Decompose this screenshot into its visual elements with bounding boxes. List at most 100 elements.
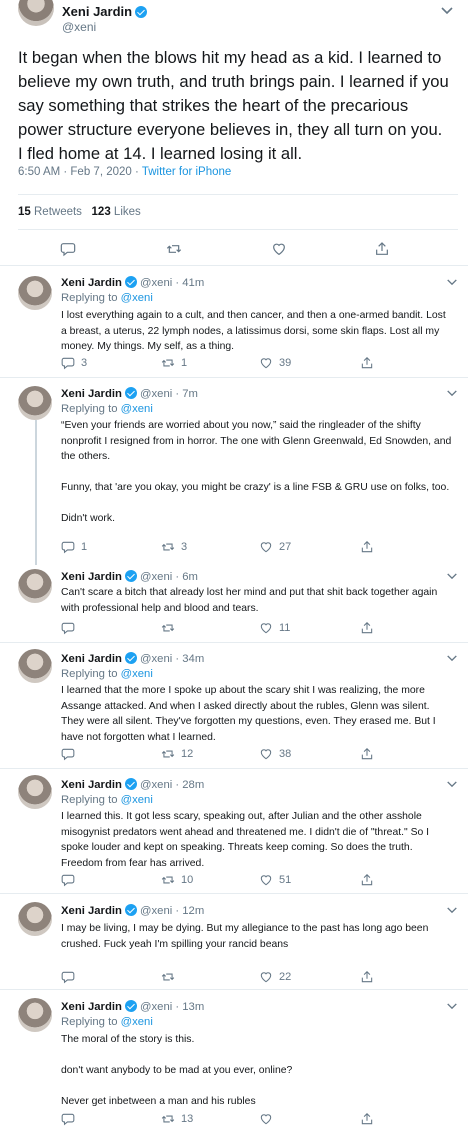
divider [18, 194, 458, 195]
reply-button[interactable] [61, 747, 81, 761]
retweet-count: 10 [181, 874, 194, 886]
like-icon[interactable] [271, 241, 287, 257]
like-button[interactable] [259, 1112, 279, 1126]
share-button[interactable] [360, 970, 374, 984]
reply-button[interactable]: 1 [61, 540, 87, 554]
chevron-down-icon[interactable] [446, 389, 458, 398]
reply-tweet[interactable]: Xeni Jardin @xeni · 6m Can't scare a bit… [0, 563, 468, 642]
avatar[interactable] [18, 902, 52, 936]
author-name[interactable]: Xeni Jardin [61, 905, 122, 917]
reply-button[interactable] [61, 873, 81, 887]
share-icon [360, 970, 374, 984]
author-name[interactable]: Xeni Jardin [61, 388, 122, 400]
reply-tweet[interactable]: Xeni Jardin @xeni · 7m Replying to @xeni… [0, 378, 468, 563]
retweet-button[interactable]: 12 [161, 747, 193, 761]
share-button[interactable] [360, 540, 374, 554]
reply-icon [61, 540, 75, 554]
avatar[interactable] [18, 649, 52, 683]
author-name[interactable]: Xeni Jardin [61, 779, 122, 791]
author-handle[interactable]: @xeni · 13m [140, 1001, 204, 1013]
reply-text: I may be living, I may be dying. But my … [61, 923, 429, 950]
retweet-button[interactable] [161, 970, 181, 984]
author-handle[interactable]: @xeni · 6m [140, 571, 198, 583]
chevron-down-icon[interactable] [440, 6, 454, 16]
share-button[interactable] [360, 356, 374, 370]
reply-button[interactable] [61, 621, 81, 635]
avatar[interactable] [18, 276, 52, 310]
like-button[interactable]: 22 [259, 970, 291, 984]
share-button[interactable] [360, 747, 374, 761]
retweet-button[interactable]: 3 [161, 540, 187, 554]
like-button[interactable]: 11 [259, 621, 290, 635]
chevron-down-icon[interactable] [446, 1002, 458, 1011]
reply-header: Xeni Jardin @xeni · 34m [61, 652, 204, 665]
replying-to: Replying to @xeni [61, 794, 153, 806]
avatar[interactable] [18, 569, 52, 603]
like-count: 51 [279, 874, 292, 886]
retweet-button[interactable] [161, 621, 181, 635]
author-name[interactable]: Xeni Jardin [61, 653, 122, 665]
verified-icon [124, 652, 137, 664]
share-button[interactable] [360, 1112, 374, 1126]
author-name[interactable]: Xeni Jardin [61, 277, 122, 289]
reply-tweet[interactable]: Xeni Jardin @xeni · 34m Replying to @xen… [0, 643, 468, 768]
author-handle[interactable]: @xeni · 28m [140, 779, 204, 791]
author-handle[interactable]: @xeni · 7m [140, 388, 198, 400]
chevron-down-icon[interactable] [446, 780, 458, 789]
author-name[interactable]: Xeni Jardin [61, 1001, 122, 1013]
reply-text: “Even your friends are worried about you… [61, 420, 452, 524]
like-button[interactable]: 51 [259, 873, 291, 887]
reply-tweet[interactable]: Xeni Jardin @xeni · 41m Replying to @xen… [0, 266, 468, 377]
share-icon[interactable] [374, 241, 390, 257]
avatar[interactable] [18, 386, 52, 420]
retweet-button[interactable]: 10 [161, 873, 193, 887]
retweets-count[interactable]: 15 [18, 206, 31, 218]
like-count: 27 [279, 541, 292, 553]
author-handle[interactable]: @xeni [62, 20, 96, 34]
likes-count[interactable]: 123 [92, 206, 111, 218]
reply-tweet[interactable]: Xeni Jardin @xeni · 13m Replying to @xen… [0, 990, 468, 1120]
reply-count: 3 [81, 357, 88, 369]
replying-label: Replying to [61, 794, 121, 806]
chevron-down-icon[interactable] [446, 906, 458, 915]
reply-tweet[interactable]: Xeni Jardin @xeni · 28m Replying to @xen… [0, 769, 468, 893]
chevron-down-icon[interactable] [446, 572, 458, 581]
author-name[interactable]: Xeni Jardin [61, 571, 122, 583]
author-name-text[interactable]: Xeni Jardin [62, 4, 132, 19]
chevron-down-icon[interactable] [446, 278, 458, 287]
replying-to-link[interactable]: @xeni [121, 292, 153, 304]
replying-to-link[interactable]: @xeni [121, 668, 153, 680]
reply-button[interactable] [61, 970, 81, 984]
reply-tweet[interactable]: Xeni Jardin @xeni · 12m I may be living,… [0, 894, 468, 989]
author-handle[interactable]: @xeni · 12m [140, 905, 204, 917]
avatar[interactable] [18, 998, 52, 1032]
client-link[interactable]: Twitter for iPhone [142, 166, 231, 178]
author-handle[interactable]: @xeni · 41m [140, 277, 204, 289]
reply-icon[interactable] [60, 241, 76, 257]
reply-header: Xeni Jardin @xeni · 12m [61, 904, 204, 917]
like-button[interactable]: 27 [259, 540, 291, 554]
share-button[interactable] [360, 621, 374, 635]
avatar[interactable] [18, 0, 54, 26]
avatar[interactable] [18, 775, 52, 809]
chevron-down-icon[interactable] [446, 654, 458, 663]
timestamp-text[interactable]: 6:50 AM · Feb 7, 2020 · [18, 166, 142, 178]
replying-to-link[interactable]: @xeni [121, 403, 153, 415]
replying-to-link[interactable]: @xeni [121, 1016, 153, 1028]
author-name[interactable]: Xeni Jardin [62, 4, 148, 19]
share-button[interactable] [360, 873, 374, 887]
retweet-button[interactable]: 1 [161, 356, 187, 370]
reply-icon [61, 356, 75, 370]
like-button[interactable]: 38 [259, 747, 291, 761]
replying-to-link[interactable]: @xeni [121, 794, 153, 806]
reply-button[interactable]: 3 [61, 356, 87, 370]
reply-button[interactable] [61, 1112, 81, 1126]
tweet-stats: 15 Retweets 123 Likes [18, 206, 141, 218]
retweet-button[interactable]: 13 [161, 1112, 193, 1126]
retweets-label[interactable]: Retweets [34, 206, 82, 218]
retweet-icon[interactable] [166, 241, 182, 257]
like-button[interactable]: 39 [259, 356, 291, 370]
likes-label[interactable]: Likes [114, 206, 141, 218]
verified-icon [124, 387, 137, 399]
author-handle[interactable]: @xeni · 34m [140, 653, 204, 665]
